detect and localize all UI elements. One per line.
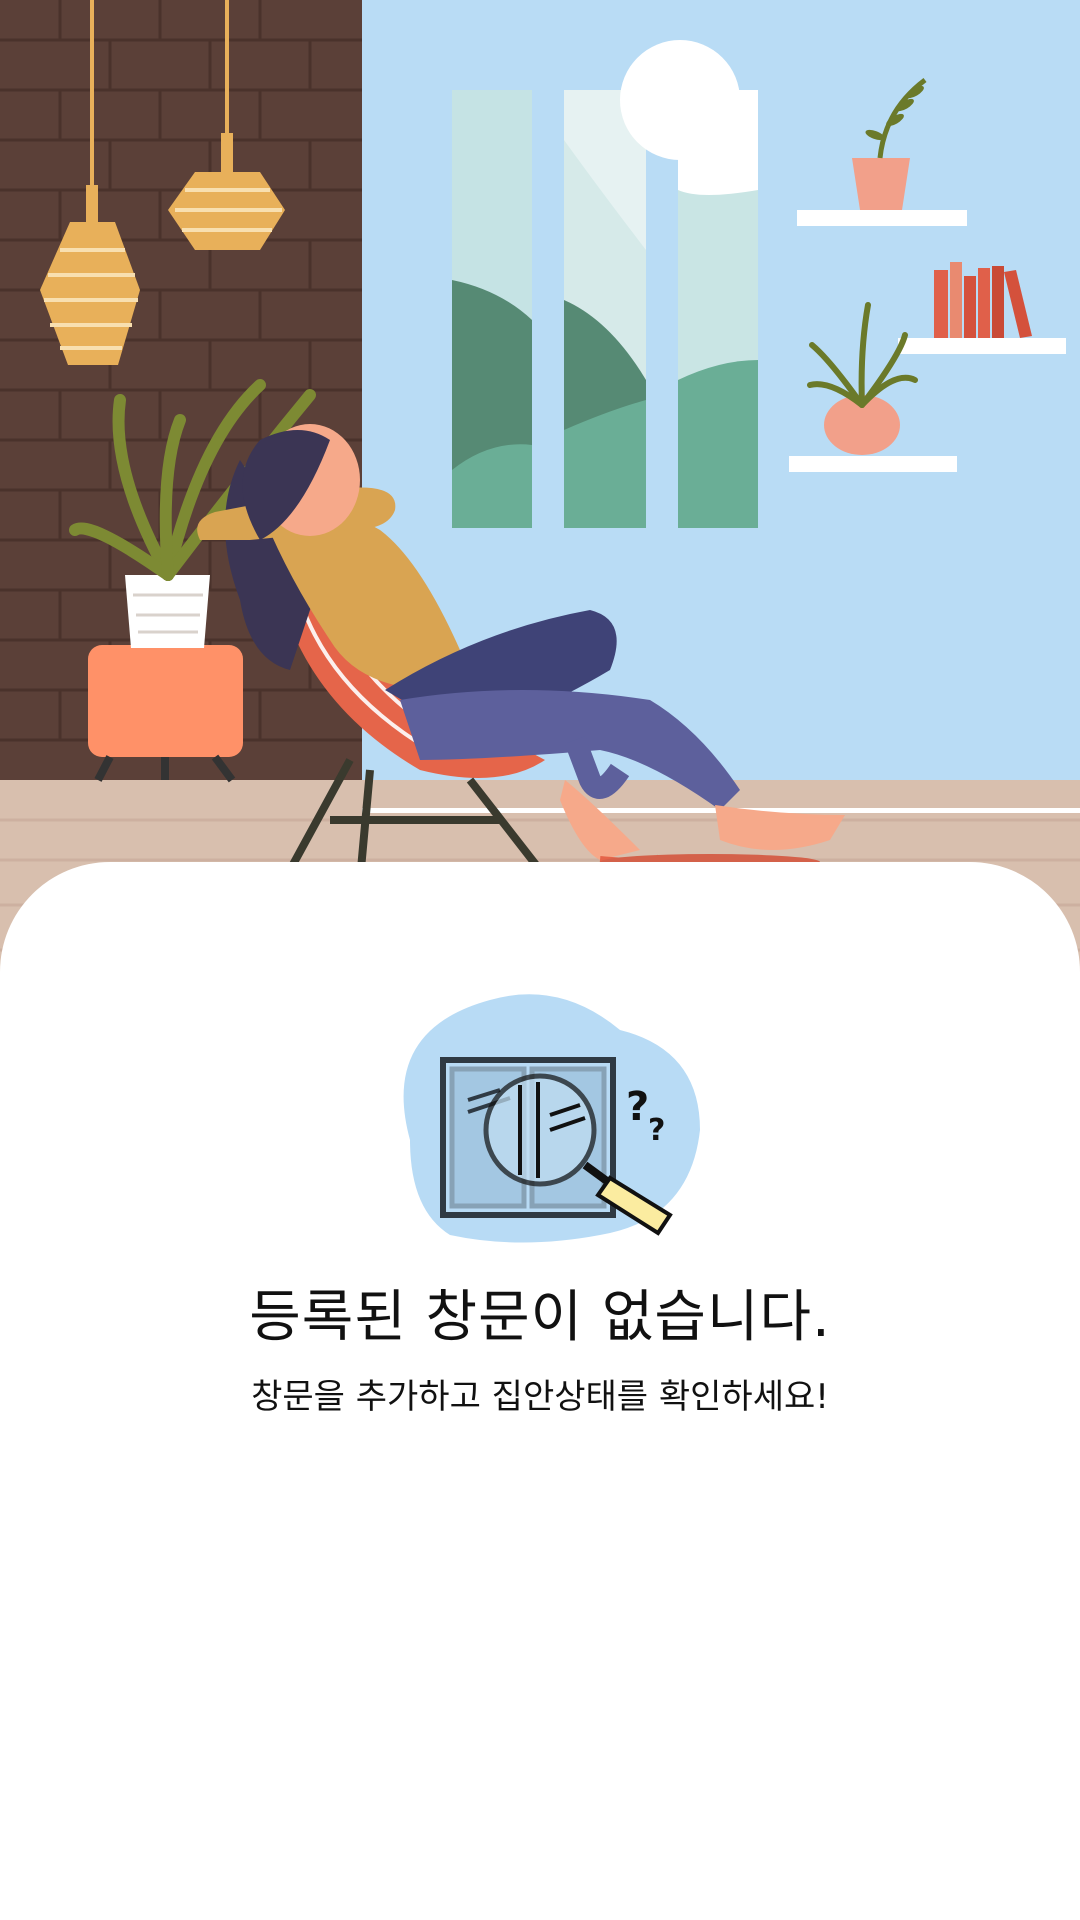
relaxing-woman-illustration [0,0,1080,990]
svg-text:?: ? [626,1084,649,1130]
svg-text:?: ? [648,1113,665,1148]
hero-illustration [0,0,1080,990]
window-search-icon: ? ? [370,990,710,1260]
empty-state-title: 등록된 창문이 없습니다. [249,1285,831,1350]
empty-state-subtitle: 창문을 추가하고 집안상태를 확인하세요! [251,1377,829,1417]
